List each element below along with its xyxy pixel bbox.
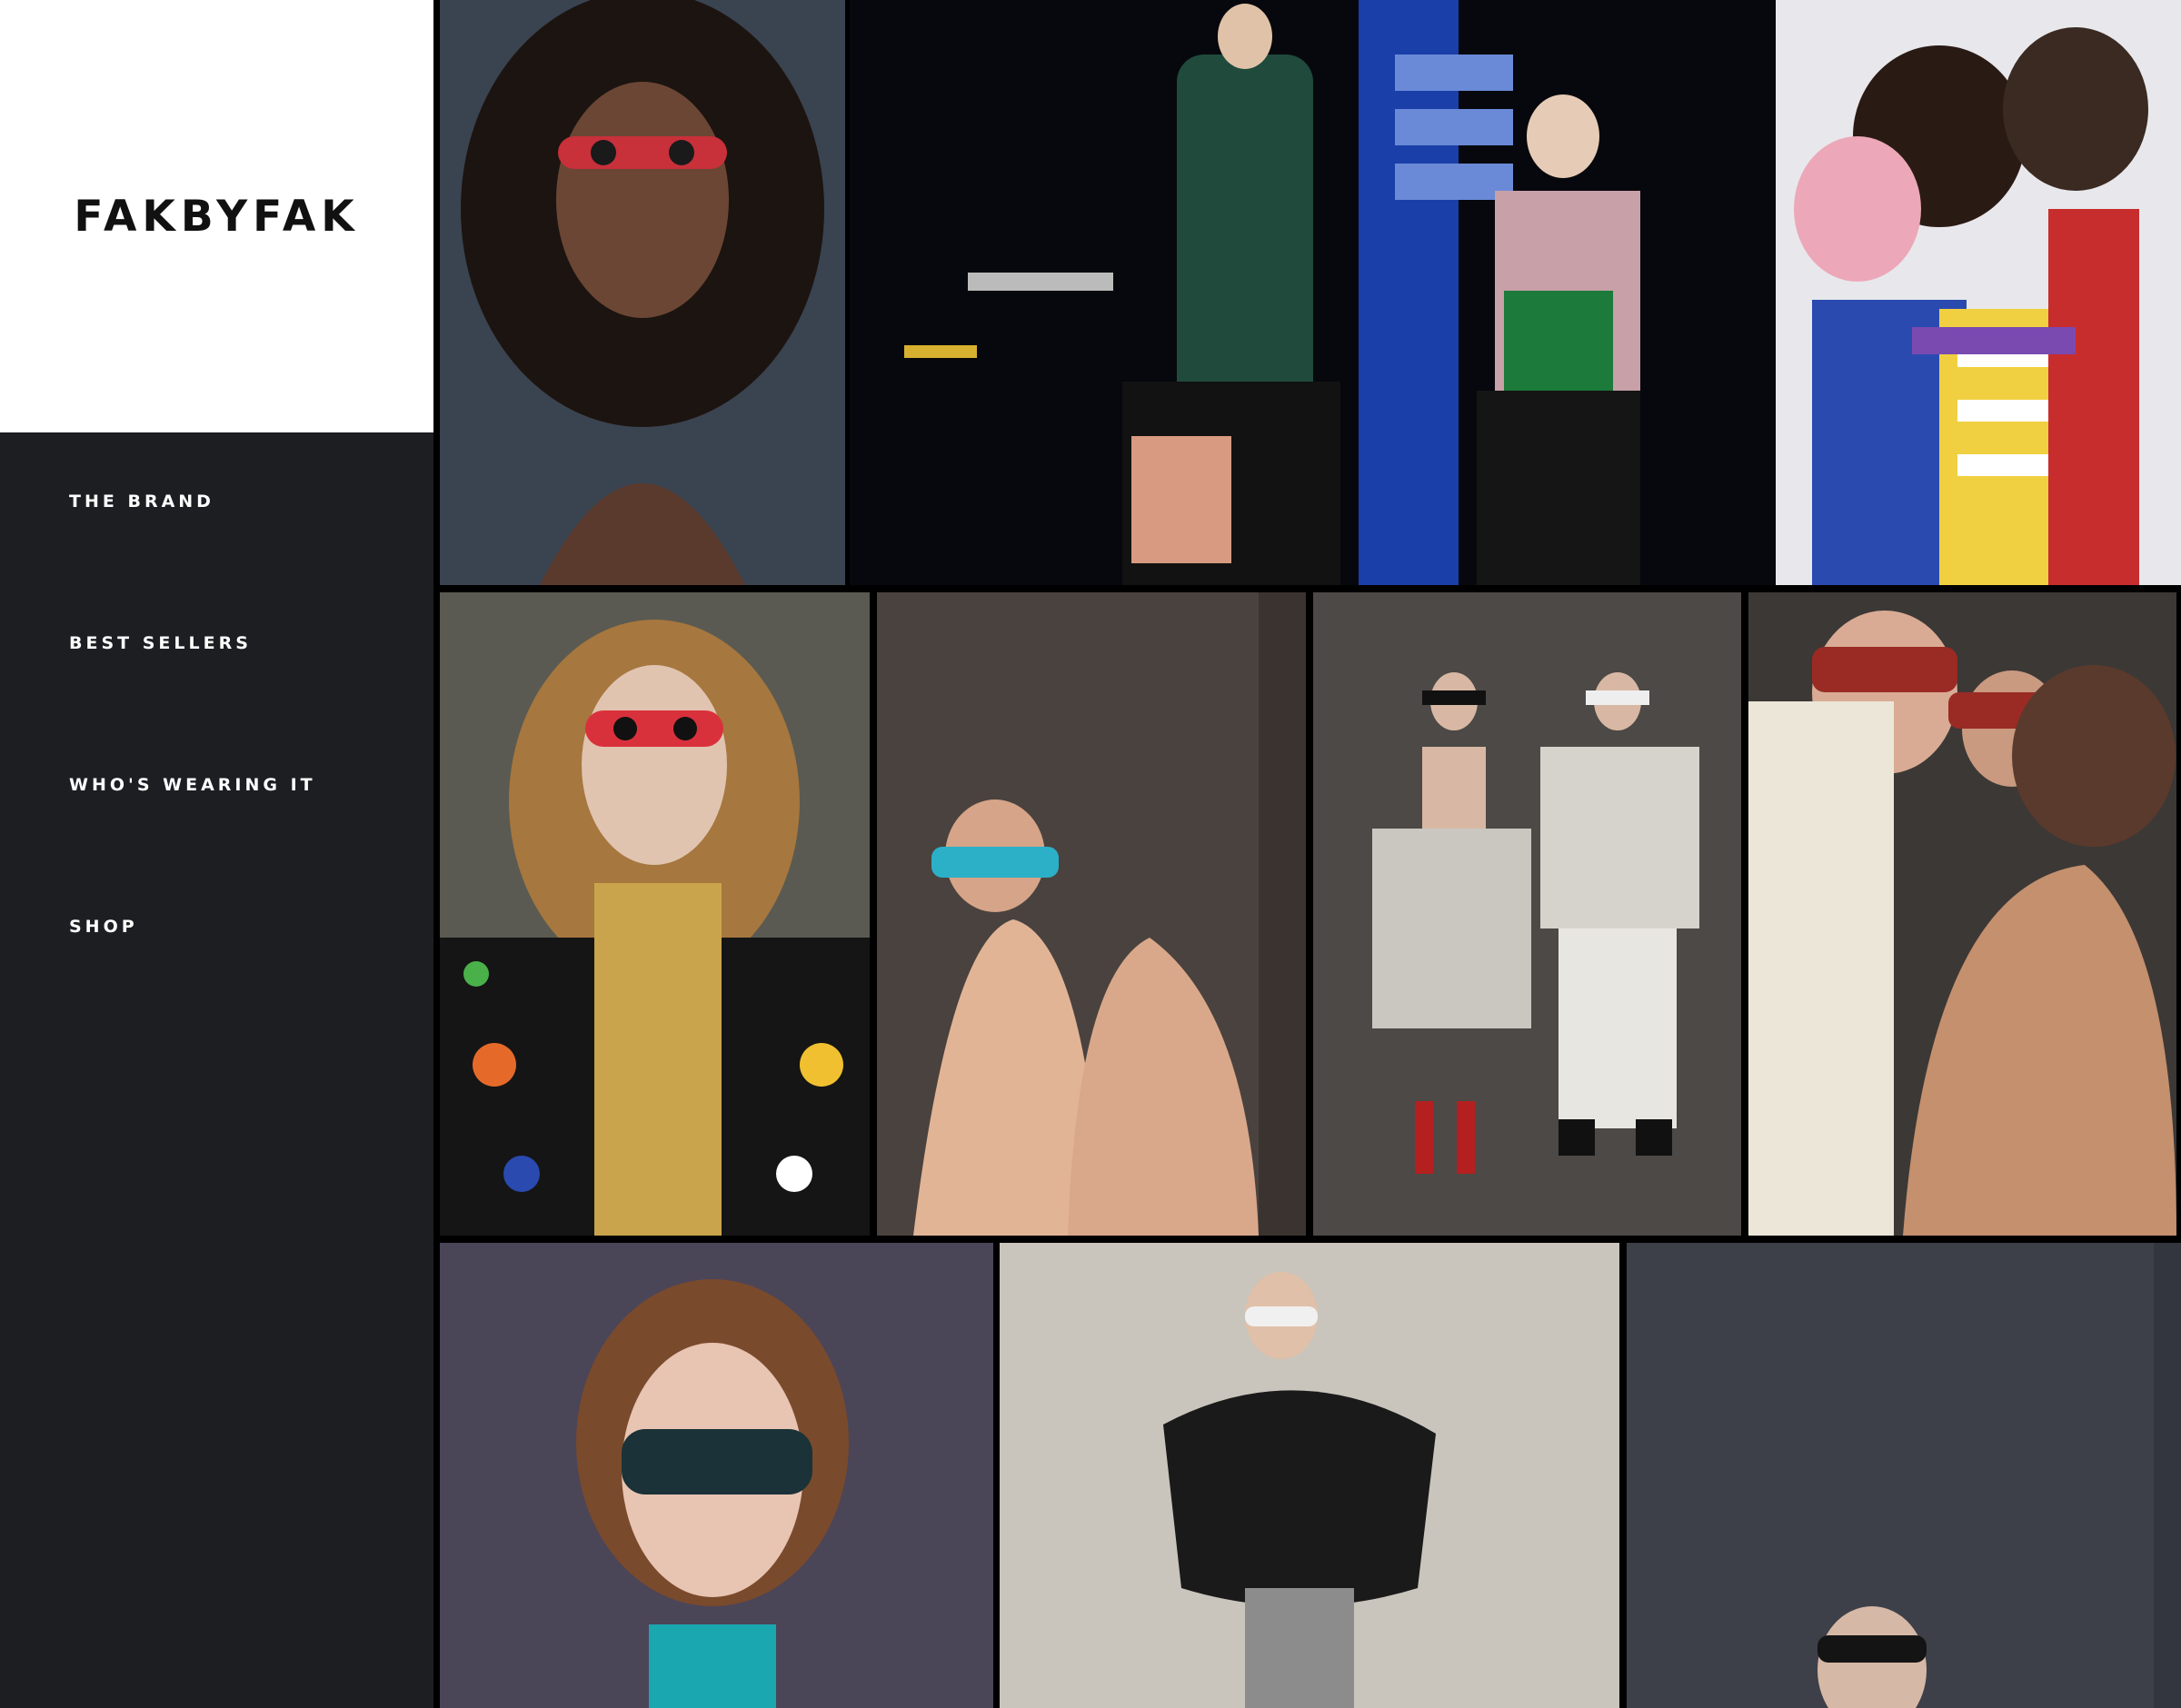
- nav-item-whos-wearing-it[interactable]: WHO'S WEARING IT: [69, 774, 316, 916]
- photo-placeholder: [850, 0, 1775, 585]
- gallery-tile-aviator-model[interactable]: [440, 1243, 993, 1708]
- nav-item-the-brand[interactable]: THE BRAND: [69, 491, 316, 632]
- photo-placeholder: [1627, 1243, 2181, 1708]
- page: FAKBYFAK THE BRAND BEST SELLERS WHO'S WE…: [0, 0, 2181, 1708]
- photo-placeholder: [1748, 592, 2176, 1236]
- gallery-tile-hugging-colorful-models[interactable]: [1776, 0, 2181, 585]
- main-nav: THE BRAND BEST SELLERS WHO'S WEARING IT …: [69, 491, 316, 1058]
- gallery-tile-two-models-standing[interactable]: [1313, 592, 1741, 1236]
- gallery-tile-grey-backdrop-model[interactable]: [1627, 1243, 2181, 1708]
- logo-box[interactable]: FAKBYFAK: [0, 0, 433, 432]
- photo-placeholder: [1776, 0, 2181, 585]
- gallery-tile-black-fur-model[interactable]: [1000, 1243, 1619, 1708]
- gallery-tile-night-gas-station[interactable]: [850, 0, 1775, 585]
- photo-placeholder: [440, 0, 845, 585]
- photo-placeholder: [877, 592, 1306, 1236]
- gallery-tile-runway-floral-jacket[interactable]: [440, 592, 870, 1236]
- photo-placeholder: [1313, 592, 1741, 1236]
- nav-item-best-sellers[interactable]: BEST SELLERS: [69, 632, 316, 774]
- brand-logo[interactable]: FAKBYFAK: [74, 192, 359, 242]
- nav-item-shop[interactable]: SHOP: [69, 916, 316, 1058]
- photo-placeholder: [1000, 1243, 1619, 1708]
- sidebar: FAKBYFAK THE BRAND BEST SELLERS WHO'S WE…: [0, 0, 433, 1708]
- photo-placeholder: [440, 592, 870, 1236]
- gallery-tile-curly-hair-model[interactable]: [440, 0, 845, 585]
- photo-placeholder: [440, 1243, 993, 1708]
- gallery-tile-group-skin-tones[interactable]: [1748, 592, 2176, 1236]
- gallery-tile-nude-pose-shades[interactable]: [877, 592, 1306, 1236]
